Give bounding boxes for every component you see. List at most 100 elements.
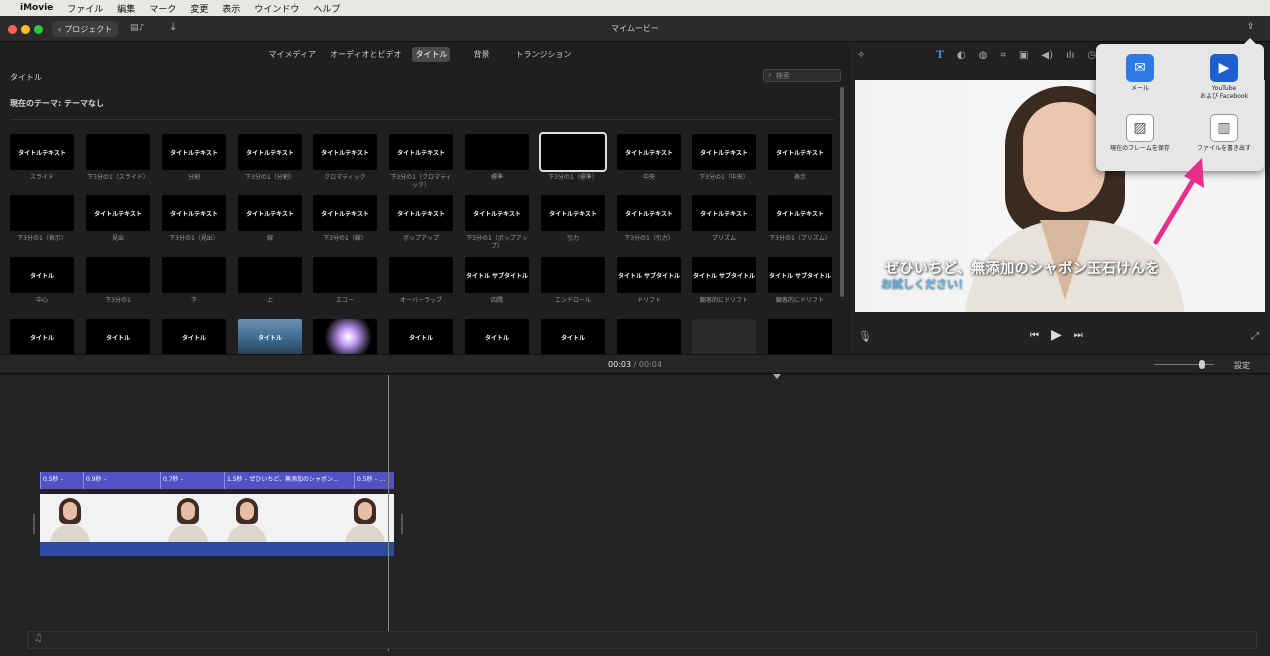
title-tile[interactable]: タイトル <box>10 319 74 359</box>
title-tile[interactable]: 標準 <box>465 134 529 182</box>
skip-forward-icon[interactable]: ⏭ <box>1074 330 1083 341</box>
menu-modify[interactable]: 変更 <box>190 2 208 15</box>
title-tile[interactable]: タイトルテキスト 下3分の1（プリズム） <box>768 195 832 243</box>
title-clip[interactable]: 0.5秒 – <box>40 472 83 489</box>
zoom-slider[interactable] <box>1154 364 1214 365</box>
title-clip[interactable]: 0.7秒 – <box>160 472 224 489</box>
browser-scrollbar[interactable] <box>840 87 844 297</box>
microphone-icon[interactable]: 🎙 <box>858 330 872 343</box>
noise-reduction-icon[interactable]: ılı <box>1066 50 1074 61</box>
play-icon[interactable]: ▶ <box>1051 327 1062 343</box>
title-tile[interactable]: タイトルテキスト プリズム <box>692 195 756 243</box>
title-tile[interactable]: エンドロール <box>541 257 605 305</box>
title-thumbnail: タイトルテキスト <box>162 134 226 170</box>
title-tile[interactable]: タイトル サブタイトル 四隅 <box>465 257 529 305</box>
clip-trim-handle-left[interactable] <box>33 514 35 534</box>
share-icon[interactable]: ⇪ <box>1247 22 1255 32</box>
tab-transitions[interactable]: トランジション <box>512 47 574 62</box>
title-tile[interactable]: タイトル <box>541 319 605 359</box>
title-tile[interactable]: タイトルテキスト 下3分の1（クロマティック） <box>389 134 453 190</box>
title-tile[interactable]: 下3分の1（表示） <box>10 195 74 243</box>
title-tile[interactable]: タイトルテキスト クロマティック <box>313 134 377 182</box>
title-tile[interactable]: タイトル サブタイトル 観客的にドリフト <box>768 257 832 305</box>
menu-window[interactable]: ウインドウ <box>254 2 299 15</box>
title-tile[interactable]: タイトルテキスト 下3分の1（引力） <box>617 195 681 243</box>
stabilization-icon[interactable]: ▣ <box>1019 50 1028 61</box>
title-tile[interactable]: タイトルテキスト 下3分の1（中央） <box>692 134 756 182</box>
playhead[interactable] <box>388 374 781 651</box>
volume-icon[interactable]: ◀) <box>1041 50 1053 61</box>
title-tile-label: 下 <box>190 297 197 304</box>
zoom-slider-knob[interactable] <box>1199 360 1205 369</box>
title-tile[interactable]: 上 <box>238 257 302 305</box>
magic-wand-icon[interactable]: ✧ <box>857 50 865 61</box>
title-tile[interactable]: タイトルテキスト 下3分の1（分割） <box>238 134 302 182</box>
title-tile[interactable]: タイトルテキスト 見出 <box>86 195 150 243</box>
title-tile[interactable]: タイトル <box>162 319 226 359</box>
title-tile[interactable]: 下3分の1（スライド） <box>86 134 150 182</box>
title-tile[interactable]: タイトルテキスト 分割 <box>162 134 226 182</box>
title-tile[interactable]: エコー <box>313 257 377 305</box>
menu-app-name[interactable]: iMovie <box>20 3 53 13</box>
menu-file[interactable]: ファイル <box>67 2 103 15</box>
title-thumbnail: タイトルテキスト <box>313 195 377 231</box>
tab-my-media[interactable]: マイメディア <box>266 47 319 62</box>
title-tile[interactable] <box>617 319 681 359</box>
color-correction-icon[interactable]: ◍ <box>979 50 988 61</box>
menu-help[interactable]: ヘルプ <box>313 2 340 15</box>
title-tile[interactable]: タイトルテキスト線 <box>238 195 302 243</box>
share-youtube-facebook-button[interactable]: ▶ YouTube および Facebook <box>1184 54 1264 101</box>
title-tile[interactable] <box>692 319 756 359</box>
share-save-frame-button[interactable]: ▨ 現在のフレームを保存 <box>1100 114 1180 153</box>
title-tile[interactable]: タイトル サブタイトル 観客的にドリフト <box>692 257 756 305</box>
tab-titles[interactable]: タイトル <box>412 46 451 62</box>
title-track[interactable]: 0.5秒 – 0.9秒 – 0.7秒 – 1.5秒 – ぜひいちど、無添加のシャ… <box>40 472 394 489</box>
title-tile[interactable]: タイトルテキスト スライド <box>10 134 74 182</box>
title-tile[interactable]: 下 <box>162 257 226 305</box>
title-clip[interactable]: 1.5秒 – ぜひいちど、無添加のシャボン… <box>224 472 354 489</box>
title-thumbnail: タイトルテキスト <box>617 195 681 231</box>
title-tile[interactable]: タイトルテキスト 下3分の1（線） <box>313 195 377 243</box>
clip-trim-handle-right[interactable] <box>401 514 403 534</box>
title-tile[interactable]: タイトル <box>389 319 453 359</box>
menu-view[interactable]: 表示 <box>222 2 240 15</box>
menu-mark[interactable]: マーク <box>149 2 176 15</box>
title-tile[interactable] <box>768 319 832 359</box>
menu-edit[interactable]: 編集 <box>117 2 135 15</box>
title-tile[interactable]: タイトル <box>238 319 302 359</box>
title-tile[interactable]: タイトルテキスト 下3分の1（ポップアップ） <box>465 195 529 251</box>
tab-audio-video[interactable]: オーディオとビデオ <box>327 47 404 62</box>
title-tile[interactable]: タイトル <box>86 319 150 359</box>
title-tile[interactable]: 下3分の1 <box>86 257 150 305</box>
timeline-settings-button[interactable]: 設定 <box>1234 360 1250 371</box>
crop-icon[interactable]: ⌗ <box>1000 50 1006 61</box>
title-tile[interactable]: タイトルテキスト ポップアップ <box>389 195 453 243</box>
color-balance-icon[interactable]: ◐ <box>957 50 966 61</box>
title-clip[interactable]: 0.9秒 – <box>83 472 160 489</box>
skip-back-icon[interactable]: ⏮ <box>1030 330 1039 341</box>
title-tile[interactable]: タイトル サブタイトル ドリフト <box>617 257 681 305</box>
title-tool-icon[interactable]: T <box>936 50 943 61</box>
title-tile[interactable]: 下3分の1（標準） <box>539 132 607 182</box>
share-export-file-button[interactable]: ▥ ファイルを書き出す <box>1184 114 1264 153</box>
title-tile-label: エンドロール <box>554 297 591 304</box>
title-tile[interactable]: オーバーラップ <box>389 257 453 305</box>
title-tile[interactable]: タイトルテキスト 下3分の1（見出） <box>162 195 226 243</box>
title-tile[interactable] <box>313 319 377 359</box>
title-thumbnail <box>162 257 226 293</box>
title-tile[interactable]: タイトルテキスト 表示 <box>768 134 832 182</box>
search-input[interactable]: ⌕ 検索 <box>763 69 841 82</box>
audio-waveform[interactable] <box>40 542 394 556</box>
speed-icon[interactable]: ◷ <box>1087 50 1096 61</box>
fullscreen-icon[interactable]: ⤢ <box>1251 331 1259 342</box>
timeline[interactable]: 0.5秒 – 0.9秒 – 0.7秒 – 1.5秒 – ぜひいちど、無添加のシャ… <box>0 374 1270 656</box>
title-tile[interactable]: タイトルテキスト 引力 <box>541 195 605 243</box>
share-mail-button[interactable]: ✉ メール <box>1100 54 1180 93</box>
music-note-icon: ♫ <box>34 633 43 644</box>
tab-backgrounds[interactable]: 背景 <box>470 47 492 62</box>
title-tile[interactable]: タイトルテキスト 中央 <box>617 134 681 182</box>
music-well[interactable] <box>27 631 1257 649</box>
video-clip[interactable] <box>40 494 394 542</box>
title-tile[interactable]: タイトル 中心 <box>10 257 74 305</box>
title-tile[interactable]: タイトル <box>465 319 529 359</box>
